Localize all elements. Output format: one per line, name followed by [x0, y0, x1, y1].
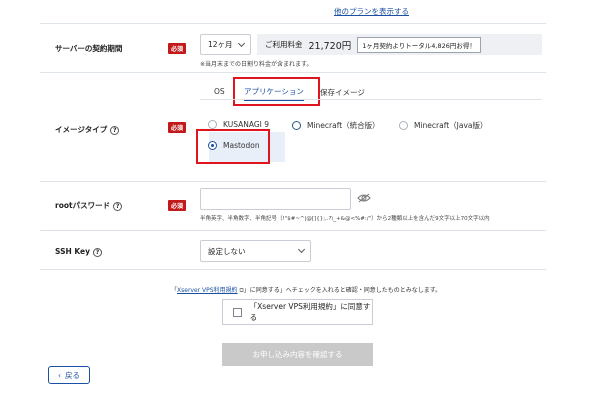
tab-saved-image[interactable]: 保存イメージ — [320, 87, 365, 98]
root-password-label-text: rootパスワード — [55, 201, 111, 210]
ssh-key-select[interactable]: 設定しない — [200, 240, 311, 262]
help-icon[interactable]: ? — [110, 125, 120, 135]
radio-icon — [399, 121, 408, 130]
tab-divider — [200, 99, 542, 100]
fee-label: ご利用料金 — [265, 40, 303, 49]
contract-footnote: ※当月末までの日割り料金が含まれます。 — [200, 61, 313, 68]
required-badge: 必須 — [168, 200, 187, 211]
help-icon[interactable]: ? — [113, 201, 123, 211]
ssh-key-value: 設定しない — [208, 246, 246, 256]
submit-button[interactable]: お申し込み内容を確認する — [222, 343, 373, 366]
ssh-key-label-text: SSH Key — [55, 247, 91, 256]
chevron-down-icon — [297, 245, 306, 254]
option-minecraft-java[interactable]: Minecraft（Java版） — [399, 120, 488, 131]
other-plans-link[interactable]: 他のプランを表示する — [334, 6, 409, 17]
root-password-label: rootパスワード? — [55, 200, 123, 211]
divider — [40, 181, 546, 182]
terms-notice: 「Xserver VPS利用規約 ⧉」に同意する」へチェックを入れると確認・同意… — [171, 285, 441, 295]
image-type-label-text: イメージタイプ — [55, 125, 108, 134]
divider — [40, 230, 546, 231]
required-badge: 必須 — [168, 122, 187, 133]
option-mastodon[interactable]: Mastodon — [208, 141, 260, 150]
option-label: Minecraft（Java版） — [414, 121, 488, 130]
fee-note: 1ヶ月契約よりトータル4,826円お得！ — [357, 36, 481, 53]
option-minecraft-bedrock[interactable]: Minecraft（統合版） — [292, 120, 380, 131]
password-note: 半角英字、半角数字、半角記号（!"$#~^|@[]{};,.?\_+&@<%#:… — [200, 216, 490, 222]
terms-link[interactable]: Xserver VPS利用規約 — [177, 287, 238, 294]
terms-notice-post: 」に同意する」へチェックを入れると確認・同意したものとみなします。 — [243, 287, 442, 294]
terms-checkbox[interactable]: 「Xserver VPS利用規約」に同意する — [222, 299, 373, 325]
option-label: Minecraft（統合版） — [307, 121, 380, 130]
contract-period-label: サーバーの契約期間 — [55, 44, 123, 53]
radio-icon — [208, 120, 217, 129]
terms-checkbox-label: 「Xserver VPS利用規約」に同意する — [249, 302, 371, 322]
back-label: 戻る — [65, 370, 80, 380]
option-kusanagi[interactable]: KUSANAGI 9 — [208, 120, 269, 129]
eye-off-icon[interactable] — [357, 193, 371, 203]
root-password-input[interactable] — [200, 188, 351, 210]
contract-period-value: 12ヶ月 — [208, 40, 233, 49]
chevron-left-icon: ‹ — [58, 370, 61, 380]
help-icon[interactable]: ? — [93, 247, 103, 257]
ssh-key-label: SSH Key? — [55, 247, 103, 257]
contract-period-select[interactable]: 12ヶ月 — [200, 34, 251, 55]
radio-icon — [292, 121, 301, 130]
fee-box: ご利用料金 21,720円 1ヶ月契約よりトータル4,826円お得！ — [257, 34, 542, 55]
back-button[interactable]: ‹ 戻る — [48, 366, 90, 384]
divider — [40, 23, 546, 24]
option-label: KUSANAGI 9 — [223, 120, 270, 129]
tab-os[interactable]: OS — [214, 87, 225, 96]
chevron-down-icon — [237, 39, 246, 47]
checkbox-icon[interactable] — [233, 307, 242, 317]
radio-selected-icon — [208, 141, 217, 150]
divider — [40, 269, 546, 270]
required-badge: 必須 — [168, 43, 187, 54]
option-label: Mastodon — [223, 141, 260, 150]
divider — [40, 72, 546, 73]
image-type-label: イメージタイプ? — [55, 124, 120, 135]
fee-value: 21,720円 — [308, 40, 352, 52]
